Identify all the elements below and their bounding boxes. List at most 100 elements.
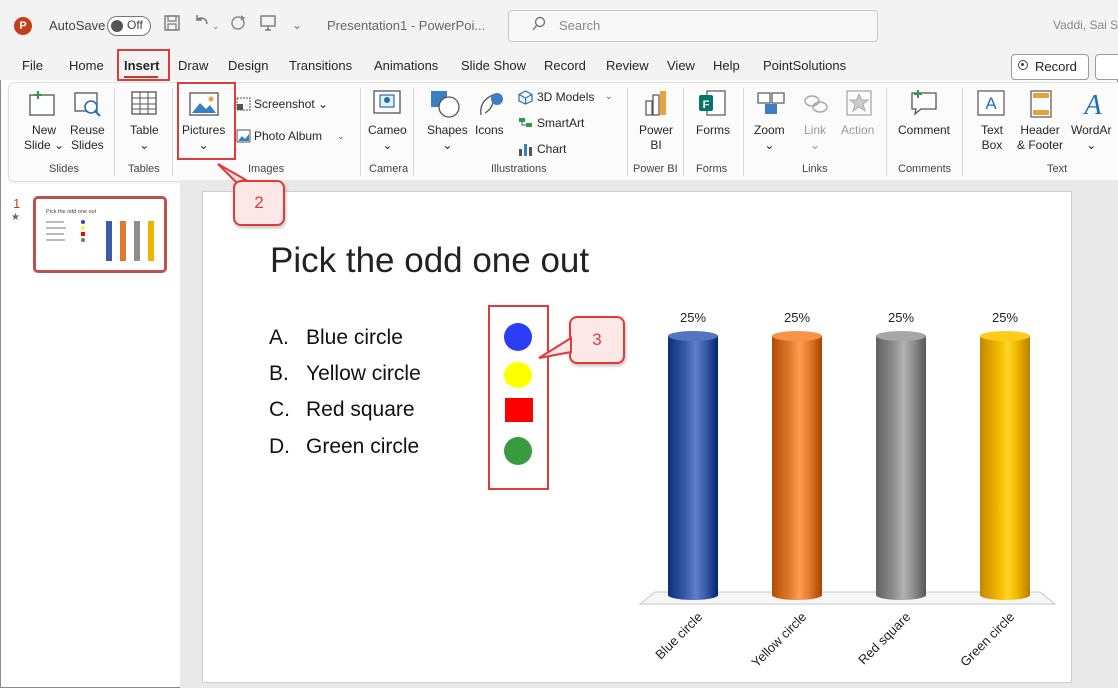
customize-toolbar-icon[interactable]: ⌄: [292, 18, 302, 32]
photo-album-button[interactable]: Photo Album: [254, 129, 322, 143]
group-power-bi: Power BI: [633, 163, 678, 175]
group-forms: Forms: [696, 163, 728, 175]
new-slide-button[interactable]: New Slide ⌄: [24, 123, 64, 153]
search-icon: [531, 16, 547, 36]
user-name[interactable]: Vaddi, Sai Su: [1053, 18, 1118, 32]
chart-bar-green-circle[interactable]: [980, 336, 1030, 600]
new-slide-label-2: Slide: [24, 138, 51, 152]
shapes-label: Shapes: [427, 123, 468, 137]
3d-models-button[interactable]: 3D Models: [537, 90, 594, 104]
wordart-icon[interactable]: A: [1079, 88, 1107, 123]
option-b-text[interactable]: Yellow circle: [306, 362, 421, 386]
tab-view[interactable]: View: [667, 58, 695, 73]
tab-help[interactable]: Help: [713, 58, 740, 73]
photo-album-icon[interactable]: [236, 129, 251, 148]
table-label: Table: [130, 123, 159, 137]
ribbon-separator: [962, 88, 963, 176]
icons-button[interactable]: Icons: [475, 123, 504, 138]
slide-title[interactable]: Pick the odd one out: [270, 241, 589, 281]
ribbon-separator: [886, 88, 887, 176]
tab-draw[interactable]: Draw: [178, 58, 208, 73]
smartart-button[interactable]: SmartArt: [537, 116, 584, 130]
icons-icon[interactable]: [475, 89, 505, 124]
chart-bar-top: [876, 331, 926, 341]
chart-bar-red-square[interactable]: [876, 336, 926, 600]
tab-pointsolutions[interactable]: PointSolutions: [763, 58, 846, 73]
tab-file[interactable]: File: [22, 58, 43, 73]
chart-button[interactable]: Chart: [537, 142, 566, 156]
tab-design[interactable]: Design: [228, 58, 268, 73]
table-button[interactable]: Table ⌄: [130, 123, 159, 153]
group-slides: Slides: [49, 163, 79, 175]
ribbon-separator: [172, 88, 173, 176]
option-b-letter: B.: [269, 362, 289, 385]
header-footer-label-2: & Footer: [1017, 138, 1064, 152]
tab-home[interactable]: Home: [69, 58, 104, 73]
group-links: Links: [802, 163, 828, 175]
cameo-button[interactable]: Cameo ⌄: [368, 123, 407, 153]
smartart-icon[interactable]: [518, 116, 533, 136]
3d-models-icon[interactable]: [518, 90, 533, 110]
ribbon-separator: [413, 88, 414, 176]
option-d-text[interactable]: Green circle: [306, 435, 419, 459]
chart-bar-top: [668, 331, 718, 341]
wordart-button[interactable]: WordAr ⌄: [1071, 123, 1111, 153]
undo-dropdown-icon[interactable]: ⌄: [212, 21, 220, 32]
option-c-letter: C.: [269, 398, 290, 421]
power-bi-button[interactable]: Power BI: [639, 123, 673, 153]
screenshot-button[interactable]: Screenshot ⌄: [254, 97, 328, 111]
chart-bar-blue-circle[interactable]: [668, 336, 718, 600]
chart-icon[interactable]: [518, 142, 533, 162]
zoom-button[interactable]: Zoom ⌄: [754, 123, 785, 153]
header-footer-button[interactable]: Header & Footer: [1017, 123, 1063, 153]
cameo-icon[interactable]: [372, 89, 402, 122]
option-a-text[interactable]: Blue circle: [306, 326, 403, 350]
tab-slide-show[interactable]: Slide Show: [461, 58, 526, 73]
search-input[interactable]: Search: [508, 10, 878, 42]
option-c-text[interactable]: Red square: [306, 398, 415, 422]
action-button: Action: [841, 123, 875, 137]
powerpoint-logo-icon: P: [14, 17, 32, 35]
comment-icon[interactable]: [909, 89, 939, 122]
animation-star-icon: ★: [11, 212, 20, 223]
smartart-label: SmartArt: [537, 116, 585, 130]
chart-bar-yellow-circle[interactable]: [772, 336, 822, 600]
3d-models-dropdown-icon[interactable]: ⌄: [605, 91, 613, 102]
text-box-icon[interactable]: A: [976, 89, 1006, 122]
reuse-slides-button[interactable]: Reuse Slides: [70, 123, 105, 153]
forms-icon[interactable]: F: [697, 89, 727, 124]
redo-icon[interactable]: [229, 14, 247, 37]
autosave-toggle[interactable]: Off: [107, 16, 151, 36]
save-icon[interactable]: [163, 14, 181, 37]
reuse-slides-icon[interactable]: [72, 89, 102, 124]
tab-record[interactable]: Record: [544, 58, 586, 73]
present-from-start-icon[interactable]: [259, 14, 277, 37]
power-bi-icon[interactable]: [643, 89, 669, 124]
share-button[interactable]: [1095, 54, 1118, 80]
tab-transitions[interactable]: Transitions: [289, 58, 352, 73]
undo-icon[interactable]: [192, 14, 212, 37]
group-tables: Tables: [128, 163, 160, 175]
group-camera: Camera: [369, 163, 409, 175]
tab-review[interactable]: Review: [606, 58, 649, 73]
header-footer-icon[interactable]: [1029, 89, 1053, 124]
comment-button[interactable]: Comment: [898, 123, 950, 138]
chart-data-label: 25%: [887, 310, 915, 325]
link-icon: [802, 91, 830, 122]
shapes-icon[interactable]: [429, 89, 461, 124]
wordart-label: WordAr: [1071, 123, 1112, 137]
forms-button[interactable]: Forms: [696, 123, 730, 138]
photo-album-dropdown-icon[interactable]: ⌄: [337, 131, 345, 142]
screenshot-icon[interactable]: [236, 97, 251, 116]
record-button[interactable]: Record: [1011, 54, 1089, 80]
text-box-button[interactable]: Text Box: [981, 123, 1003, 153]
new-slide-icon[interactable]: [27, 89, 57, 124]
table-icon[interactable]: [130, 89, 158, 122]
photo-album-label: Photo Album: [254, 129, 323, 143]
tab-animations[interactable]: Animations: [374, 58, 438, 73]
link-button: Link ⌄: [804, 123, 827, 152]
document-title: Presentation1 - PowerPoi...: [327, 18, 486, 33]
zoom-icon[interactable]: [756, 89, 786, 122]
slide-thumbnail[interactable]: Pick the odd one out: [33, 196, 167, 273]
shapes-button[interactable]: Shapes ⌄: [427, 123, 468, 153]
